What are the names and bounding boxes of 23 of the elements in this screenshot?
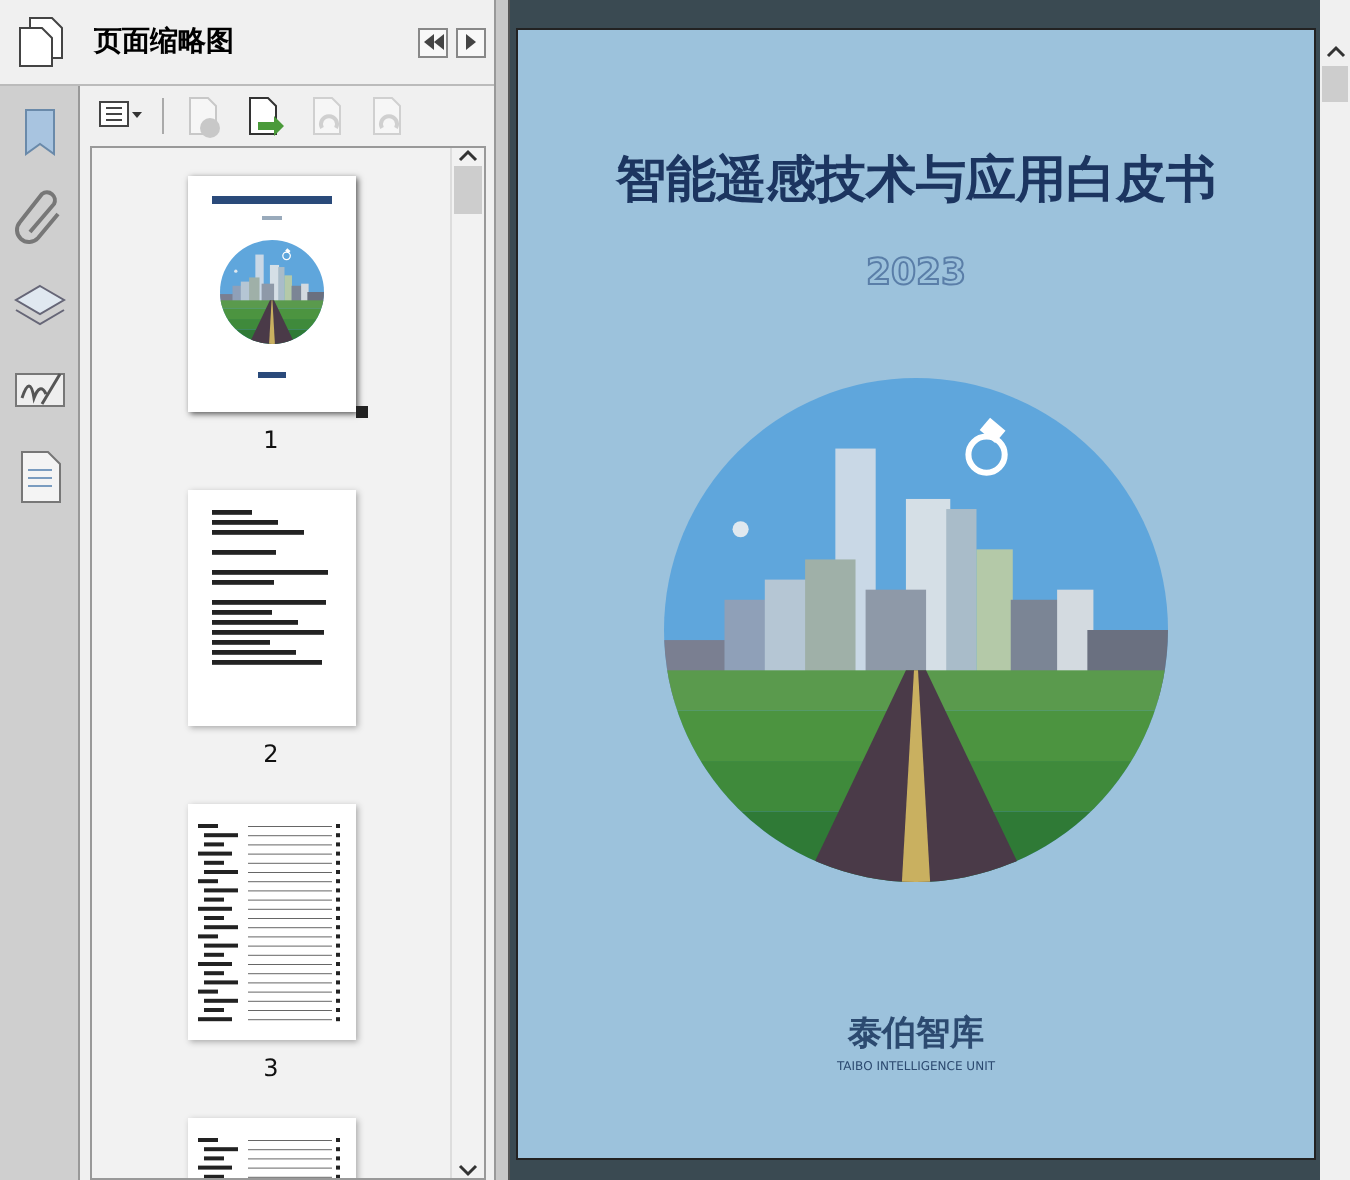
page-thumbnail[interactable]	[187, 804, 355, 1040]
panel-title: 页面缩略图	[94, 24, 236, 60]
document-year: 2023	[865, 252, 967, 294]
page-thumbnail[interactable]	[187, 490, 355, 726]
page-number: 1	[263, 426, 279, 454]
double-left-arrow-icon	[423, 34, 443, 50]
page-number: 3	[263, 1054, 279, 1082]
collapse-button[interactable]	[418, 27, 448, 57]
page-number: 2	[263, 740, 279, 768]
scroll-up-icon[interactable]	[458, 148, 478, 162]
title-lines-drawing	[211, 196, 331, 224]
pages-icon[interactable]	[16, 16, 64, 68]
publisher-name: 泰伯智库	[848, 1012, 984, 1056]
right-arrow-icon	[466, 34, 476, 50]
city-road-drawing	[219, 240, 323, 344]
scroll-down-icon[interactable]	[458, 1164, 478, 1178]
resize-handle[interactable]	[355, 406, 367, 418]
publisher-line-drawing	[257, 372, 285, 378]
expand-button[interactable]	[456, 27, 486, 57]
scrollbar-thumb[interactable]	[454, 166, 482, 214]
document-title: 智能遥感技术与应用白皮书	[616, 148, 1216, 212]
scrollbar-thumb[interactable]	[1322, 66, 1348, 102]
scroll-up-icon[interactable]	[1325, 44, 1345, 58]
